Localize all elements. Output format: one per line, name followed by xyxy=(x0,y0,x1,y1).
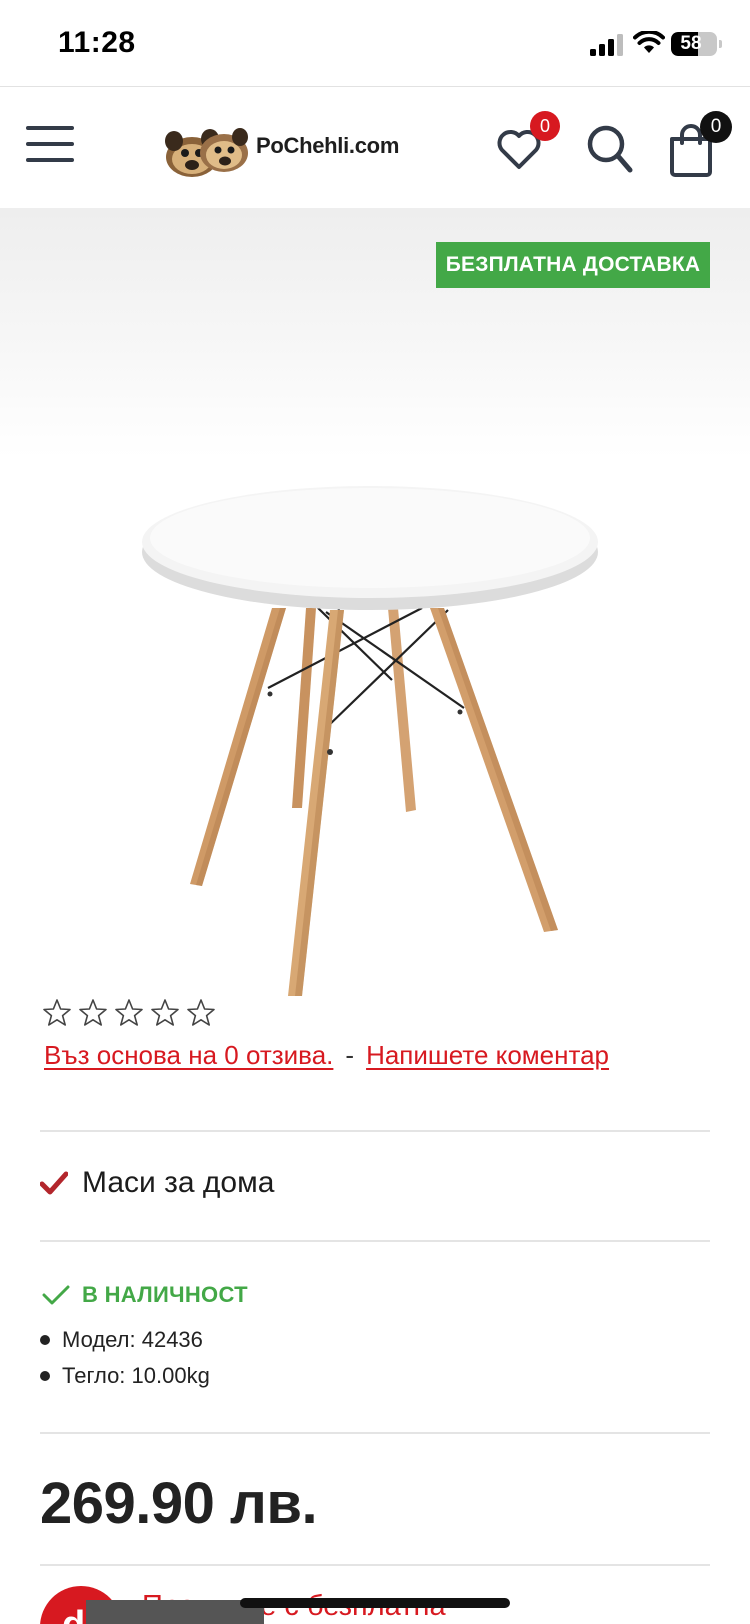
divider xyxy=(40,1130,710,1132)
stock-label: В НАЛИЧНОСТ xyxy=(82,1282,248,1307)
site-header: PoChehli.com 0 0 xyxy=(0,86,750,208)
reviews-count-link[interactable]: Въз основа на 0 отзива. xyxy=(44,1040,333,1070)
search-button[interactable] xyxy=(586,124,634,174)
divider xyxy=(40,1564,710,1566)
reviews-separator: - xyxy=(345,1040,355,1070)
cart-count-badge: 0 xyxy=(700,111,732,143)
menu-icon xyxy=(26,126,74,130)
overlay-bar xyxy=(86,1600,264,1624)
divider xyxy=(40,1240,710,1242)
check-icon xyxy=(42,1285,70,1305)
site-logo[interactable]: PoChehli.com xyxy=(164,123,414,179)
cart-button[interactable]: 0 xyxy=(668,111,732,177)
logo-text: PoChehli.com xyxy=(256,133,400,158)
write-review-link[interactable]: Напишете коментар xyxy=(366,1040,609,1070)
battery-tip xyxy=(719,40,722,48)
free-delivery-badge: БЕЗПЛАТНА ДОСТАВКА xyxy=(436,242,710,288)
star-empty-icon xyxy=(187,999,215,1026)
wishlist-count-badge: 0 xyxy=(530,111,560,141)
star-empty-icon xyxy=(43,999,71,1026)
product-specs: Модел: 42436 Тегло: 10.00kg xyxy=(40,1322,210,1394)
menu-icon-line xyxy=(26,142,74,146)
status-time: 11:28 xyxy=(58,26,136,59)
spec-item: Тегло: 10.00kg xyxy=(40,1358,210,1394)
menu-icon-line xyxy=(26,158,74,162)
reviews-line: Въз основа на 0 отзива. - Напишете комента… xyxy=(44,1040,609,1071)
stock-status: В НАЛИЧНОСТ xyxy=(42,1282,248,1308)
home-indicator[interactable] xyxy=(240,1598,510,1608)
product-price: 269.90 лв. xyxy=(40,1471,318,1536)
product-image[interactable]: БЕЗПЛАТНА ДОСТАВКА xyxy=(0,208,750,996)
menu-button[interactable] xyxy=(26,126,74,164)
spec-item: Модел: 42436 xyxy=(40,1322,210,1358)
battery-percent: 58 xyxy=(680,33,702,54)
wishlist-button[interactable]: 0 xyxy=(496,111,560,173)
checkmark-icon xyxy=(40,1171,68,1195)
search-icon xyxy=(587,125,633,173)
spec-weight: Тегло: 10.00kg xyxy=(62,1363,210,1388)
product-page: 11:28 58 PoChehli.com 0 0 БЕЗПЛАТНА ДОСТ… xyxy=(0,0,750,1624)
spec-model: Модел: 42436 xyxy=(62,1327,203,1352)
signal-icon xyxy=(590,34,623,56)
promo-icon-glyph: d xyxy=(62,1604,85,1624)
slippers-logo-icon xyxy=(165,128,248,177)
battery-icon: 58 xyxy=(671,32,717,56)
category-row[interactable]: Маси за дома xyxy=(40,1166,274,1200)
star-empty-icon xyxy=(115,999,143,1026)
wifi-icon xyxy=(633,31,665,53)
status-bar: 11:28 58 xyxy=(0,0,750,86)
category-label: Маси за дома xyxy=(82,1166,275,1199)
star-empty-icon xyxy=(79,999,107,1026)
divider xyxy=(40,1432,710,1434)
rating-stars xyxy=(42,998,216,1032)
round-table-image xyxy=(142,486,598,996)
star-empty-icon xyxy=(151,999,179,1026)
bullet-icon xyxy=(40,1335,50,1345)
bullet-icon xyxy=(40,1371,50,1381)
